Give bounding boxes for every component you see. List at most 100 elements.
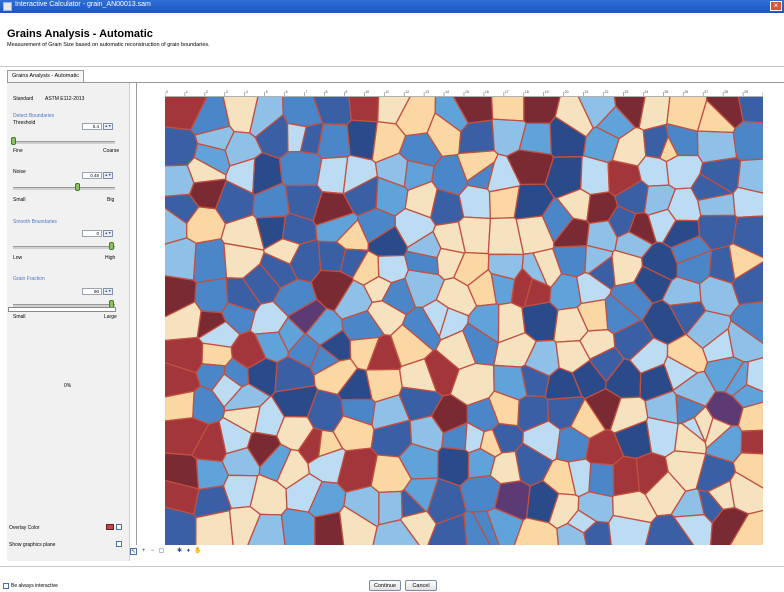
show-graphics-checkbox[interactable] [116, 541, 122, 547]
smooth-slider-knob-icon[interactable] [109, 242, 114, 250]
grain-cell [192, 238, 228, 284]
grain-cell [458, 184, 492, 220]
ruler-tick-label: 12 [405, 90, 409, 94]
grain-cell [165, 237, 197, 281]
threshold-slider-knob-icon[interactable] [11, 137, 16, 145]
noise-spinner-icon[interactable]: ▲▼ [103, 172, 113, 179]
continue-button[interactable]: Continue [369, 580, 401, 591]
micrograph-viewer[interactable] [165, 97, 763, 545]
hand-tool-icon[interactable]: ✋ [194, 548, 201, 555]
grain-micrograph[interactable] [165, 97, 763, 545]
threshold-label: Threshold [13, 120, 36, 126]
ruler-tick-label: 26 [684, 90, 688, 94]
ruler-tick-label: 20 [565, 90, 569, 94]
grain-cell [430, 188, 465, 226]
zoom-out-icon[interactable]: − [149, 548, 156, 555]
horizontal-ruler: 0 1 2 3 4 5 6 7 8 9 10 11 12 13 14 15 16 17 18 19 20 21 22 23 24… [165, 88, 763, 97]
noise-input[interactable]: 0.48 [82, 172, 102, 179]
fraction-large-label: Large [104, 314, 117, 320]
settings-panel: Standard ASTM E112-2013 Detect Boundarie… [7, 83, 130, 561]
ruler-tick-label: 2 [206, 90, 208, 94]
standard-label: Standard [13, 96, 34, 102]
noise-label: Noise [13, 169, 26, 175]
grain-cell [348, 97, 380, 123]
noise-slider[interactable] [13, 187, 115, 190]
grain-cell [278, 150, 323, 187]
window-title: Interactive Calculator - grain_AN00013.s… [15, 1, 151, 8]
always-interactive-checkbox[interactable] [3, 583, 9, 589]
overlay-color-label: Overlay Color [9, 525, 40, 531]
noise-slider-knob-icon[interactable] [75, 183, 80, 191]
smooth-boundaries-heading: Smooth Boundaries [13, 219, 57, 225]
page-title: Grains Analysis - Automatic [7, 28, 153, 40]
tab-bar: Grains Analysis - Automatic [7, 70, 784, 83]
big-label: Big [107, 197, 115, 203]
grain-cell [280, 508, 316, 545]
ruler-tick-label: 16 [485, 90, 489, 94]
smooth-slider[interactable] [13, 246, 115, 249]
grain-cell [194, 277, 229, 314]
ruler-tick-label: 1 [186, 90, 188, 94]
always-interactive-label: Be always interactive [11, 583, 58, 589]
ruler-tick-label: 27 [704, 90, 708, 94]
zoom-in-icon[interactable]: + [140, 548, 147, 555]
grain-fraction-spinner-icon[interactable]: ▲▼ [103, 288, 113, 295]
ruler-tick-label: 21 [585, 90, 589, 94]
detect-boundaries-heading: Detect Boundaries [13, 113, 55, 119]
fit-icon[interactable]: ▢ [158, 548, 165, 555]
grain-cell [732, 120, 763, 162]
cancel-button[interactable]: Cancel [405, 580, 437, 591]
ruler-tick-label: 17 [505, 90, 509, 94]
fraction-small-label: Small [13, 314, 26, 320]
ruler-tick-label: 4 [246, 90, 248, 94]
ruler-tick-label: 15 [465, 90, 469, 94]
ruler-tick-label: 18 [525, 90, 529, 94]
vertical-ruler [130, 83, 137, 545]
ruler-tick-label: 9 [345, 90, 347, 94]
tab-grains-analysis[interactable]: Grains Analysis - Automatic [7, 70, 84, 82]
overlay-color-picker-icon[interactable] [116, 524, 122, 530]
grain-cell [490, 97, 525, 122]
threshold-slider[interactable] [13, 141, 115, 144]
ruler-tick-label: 19 [545, 90, 549, 94]
smooth-input[interactable]: 0 [82, 230, 102, 237]
page-description: Measurement of Grain Size based on autom… [7, 42, 210, 48]
grain-cell [612, 455, 640, 497]
grain-cell [165, 390, 195, 422]
grain-cell [740, 429, 763, 455]
ruler-tick-label: 11 [385, 90, 389, 94]
ruler-tick-label: 6 [286, 90, 288, 94]
pin-icon[interactable]: ♦ [185, 548, 192, 555]
grain-cell [732, 186, 763, 219]
overlay-color-swatch[interactable] [106, 524, 114, 530]
ruler-tick-label: 23 [624, 90, 628, 94]
ruler-tick-label: 24 [644, 90, 648, 94]
coarse-label: Coarse [103, 148, 120, 154]
ruler-tick-label: 8 [325, 90, 327, 94]
threshold-input[interactable]: 0.4 [82, 123, 102, 130]
grain-cell [580, 155, 610, 196]
grain-cell [314, 511, 345, 545]
app-icon [3, 2, 12, 11]
smooth-spinner-icon[interactable]: ▲▼ [103, 230, 113, 237]
ruler-tick-label: 14 [445, 90, 449, 94]
title-bar: Interactive Calculator - grain_AN00013.s… [0, 0, 784, 13]
grain-cell [588, 462, 615, 498]
ruler-tick-label: 10 [365, 90, 369, 94]
standard-value[interactable]: ASTM E112-2013 [45, 96, 84, 102]
grain-cell [316, 156, 349, 195]
ruler-tick-label: 7 [306, 90, 308, 94]
ruler-tick-label: 22 [605, 90, 609, 94]
pointer-tool-icon[interactable]: ↖ [130, 548, 137, 555]
threshold-spinner-icon[interactable]: ▲▼ [103, 123, 113, 130]
fine-label: Fine [13, 148, 23, 154]
grain-fraction-heading: Grain Fraction [13, 276, 45, 282]
ruler-tick-label: 5 [266, 90, 268, 94]
grain-fraction-input[interactable]: 90 [82, 288, 102, 295]
settings-icon[interactable]: ✱ [176, 548, 183, 555]
ruler-tick-label: 13 [425, 90, 429, 94]
ruler-tick-label: 0 [166, 90, 168, 94]
show-graphics-label: Show graphics plane [9, 542, 56, 548]
grain-cell [459, 474, 502, 513]
close-icon[interactable]: × [770, 1, 782, 11]
